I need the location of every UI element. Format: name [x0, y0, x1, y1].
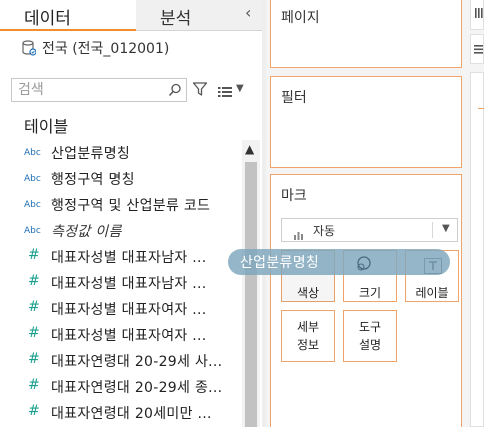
field-name: 측정값 이름	[51, 224, 122, 240]
datasource-icon	[22, 40, 36, 56]
size-ring-icon	[355, 256, 375, 276]
field-name: 대표자성별 대표자남자 ...	[51, 276, 207, 292]
field-item[interactable]: Abc 산업분류명칭	[0, 140, 242, 166]
view-canvas[interactable]	[470, 72, 484, 427]
mark-type-value: 자동	[313, 224, 336, 238]
size-button-label: 크기	[358, 286, 382, 300]
field-name: 대표자성별 대표자여자 ...	[51, 328, 207, 344]
datasource-name: 전국 (전국_012001)	[42, 41, 170, 57]
measure-type-icon: #	[28, 299, 40, 315]
field-name: 행정구역 및 산업분류 코드	[51, 198, 211, 214]
field-item[interactable]: Abc 측정값 이름	[0, 218, 242, 244]
dropdown-separator	[432, 222, 433, 238]
field-name: 대표자성별 대표자남자 ...	[51, 250, 207, 266]
cards-area: 페이지 필터 마크 자동 ▼ 색상 크기 레이블 세부 정보 도구 설명	[266, 0, 470, 427]
columns-icon	[475, 8, 483, 18]
field-name: 산업분류명칭	[51, 146, 131, 162]
marks-card-title: 마크	[281, 188, 307, 204]
drop-indicator	[478, 108, 484, 109]
marks-card: 마크 자동 ▼ 색상 크기 레이블 세부 정보 도구 설명	[270, 174, 462, 427]
string-type-icon: Abc	[24, 148, 41, 158]
field-item[interactable]: Abc 행정구역 및 산업분류 코드	[0, 192, 242, 218]
chevron-down-icon[interactable]: ▼	[442, 223, 450, 234]
columns-shelf[interactable]	[470, 0, 484, 30]
measure-type-icon: #	[28, 273, 40, 289]
field-list-scrollbar[interactable]: ▲	[242, 140, 260, 427]
tab-data-label: 데이터	[24, 9, 71, 29]
dragged-field-label: 산업분류명칭	[240, 255, 320, 271]
color-button-label: 색상	[296, 286, 320, 300]
pages-card[interactable]: 페이지	[270, 0, 462, 68]
measure-type-icon: #	[28, 377, 40, 393]
field-name: 행정구역 명칭	[51, 172, 135, 188]
measure-type-icon: #	[28, 325, 40, 341]
mark-type-dropdown[interactable]: 자동 ▼	[281, 218, 458, 242]
rows-shelf[interactable]	[470, 34, 484, 64]
bar-chart-icon	[294, 225, 304, 244]
field-name: 대표자성별 대표자여자 ...	[51, 302, 207, 318]
tooltip-button-label: 도구 설명	[358, 320, 382, 352]
field-item[interactable]: # 대표자성별 대표자남자 ...	[0, 244, 242, 270]
field-name: 대표자연령대 20세미만 ...	[51, 406, 212, 422]
field-item[interactable]: # 대표자연령대 20-29세 사...	[0, 348, 242, 374]
string-type-icon: Abc	[24, 226, 41, 236]
search-box[interactable]	[11, 78, 187, 102]
scroll-up-icon[interactable]: ▲	[245, 142, 254, 156]
string-type-icon: Abc	[24, 200, 41, 210]
filter-icon[interactable]	[192, 81, 208, 101]
filters-card[interactable]: 필터	[270, 76, 462, 168]
detail-button-label: 세부 정보	[296, 320, 320, 352]
columns-rows-shelves	[470, 0, 484, 427]
search-icon[interactable]	[168, 82, 182, 101]
field-item[interactable]: # 대표자연령대 20-29세 종...	[0, 374, 242, 400]
measure-type-icon: #	[28, 247, 40, 263]
collapse-chevron-icon[interactable]: ‹	[245, 3, 251, 22]
field-name: 대표자연령대 20-29세 종...	[51, 380, 223, 396]
string-type-icon: Abc	[24, 174, 41, 184]
field-item[interactable]: Abc 행정구역 명칭	[0, 166, 242, 192]
list-view-icon[interactable]	[218, 83, 232, 102]
dragged-field-pill[interactable]: 산업분류명칭	[228, 249, 450, 275]
measure-type-icon: #	[28, 351, 40, 367]
label-button-label: 레이블	[415, 286, 449, 300]
tab-analysis-label: 분석	[160, 9, 192, 29]
tab-analysis[interactable]: 분석 ‹	[136, 0, 262, 31]
measure-type-icon: #	[28, 403, 40, 419]
view-dropdown-caret-icon[interactable]: ▼	[236, 83, 244, 94]
filters-card-title: 필터	[281, 90, 307, 106]
field-item[interactable]: # 대표자연령대 20세미만 ...	[0, 400, 242, 426]
tables-heading: 테이블	[24, 117, 69, 136]
detail-button[interactable]: 세부 정보	[281, 310, 335, 362]
pages-card-title: 페이지	[281, 10, 320, 26]
field-name: 대표자연령대 20-29세 사...	[51, 354, 223, 370]
search-input[interactable]	[18, 81, 158, 99]
datasource-item[interactable]: 전국 (전국_012001)	[22, 37, 169, 59]
field-item[interactable]: # 대표자성별 대표자여자 ...	[0, 296, 242, 322]
rows-icon	[474, 45, 483, 54]
tooltip-button[interactable]: 도구 설명	[343, 310, 397, 362]
scrollbar-thumb[interactable]	[245, 162, 257, 427]
field-item[interactable]: # 대표자성별 대표자여자 ...	[0, 322, 242, 348]
field-item[interactable]: # 대표자성별 대표자남자 ...	[0, 270, 242, 296]
tab-data[interactable]: 데이터	[0, 0, 136, 31]
data-pane: 데이터 분석 ‹ 전국 (전국_012001) ▼ 테이블 Abc	[0, 0, 262, 427]
